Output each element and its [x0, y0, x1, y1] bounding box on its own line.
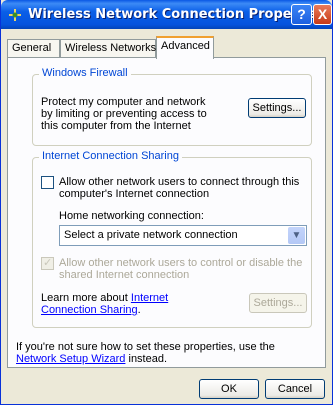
close-button[interactable]: X	[313, 4, 332, 25]
network-setup-wizard-link[interactable]: Network Setup Wizard	[16, 353, 125, 365]
ics-group-title: Internet Connection Sharing	[39, 150, 182, 162]
ics-group: Internet Connection Sharing Allow other …	[32, 150, 312, 328]
firewall-description: Protect my computer and network by limit…	[41, 96, 207, 132]
ics-settings-button[interactable]: Settings...	[249, 293, 307, 313]
help-text-suffix: instead.	[125, 353, 168, 365]
firewall-group: Windows Firewall Protect my computer and…	[32, 67, 312, 146]
chevron-down-icon[interactable]: ▼	[288, 227, 305, 244]
tab-advanced[interactable]: Advanced	[156, 36, 214, 59]
advanced-tab-panel: Windows Firewall Protect my computer and…	[7, 57, 326, 368]
window-title: Wireless Network Connection Properties	[28, 7, 326, 22]
checkmark-icon: ✓	[43, 257, 53, 269]
allow-connect-label: Allow other network users to connect thr…	[59, 176, 300, 200]
tab-general[interactable]: General	[7, 39, 60, 58]
cancel-button[interactable]: Cancel	[265, 379, 325, 399]
firewall-group-title: Windows Firewall	[39, 67, 131, 79]
home-connection-value: Select a private network connection	[64, 229, 238, 241]
learn-more-prefix: Learn more about	[41, 292, 131, 304]
help-button[interactable]: ?	[291, 4, 312, 25]
help-text: If you're not sure how to set these prop…	[16, 341, 316, 365]
home-connection-select[interactable]: Select a private network connection ▼	[59, 225, 307, 246]
tab-wireless-networks[interactable]: Wireless Networks	[60, 39, 156, 58]
firewall-settings-button[interactable]: Settings...	[248, 98, 306, 118]
title-bar[interactable]: Wireless Network Connection Properties ?…	[1, 0, 332, 29]
ok-button[interactable]: OK	[199, 379, 259, 399]
allow-control-checkbox[interactable]: ✓	[41, 257, 54, 270]
learn-more-text: Learn more about Internet Connection Sha…	[41, 292, 221, 316]
allow-control-label: Allow other network users to control or …	[59, 257, 303, 281]
properties-dialog: Wireless Network Connection Properties ?…	[0, 0, 333, 405]
network-connection-icon	[9, 9, 21, 21]
help-text-prefix: If you're not sure how to set these prop…	[16, 341, 275, 353]
allow-connect-checkbox[interactable]	[41, 176, 54, 189]
home-connection-label: Home networking connection:	[59, 210, 204, 222]
learn-more-suffix: .	[137, 304, 141, 316]
